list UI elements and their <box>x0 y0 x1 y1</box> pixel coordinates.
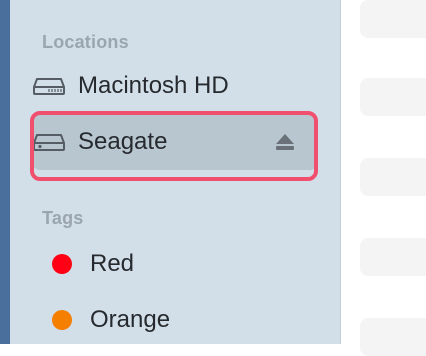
locations-header: Locations <box>42 32 129 52</box>
red-tag-dot-icon <box>52 254 72 274</box>
content-row <box>360 238 426 276</box>
content-row <box>360 318 426 356</box>
sidebar-item-tag-orange[interactable]: Orange <box>32 296 170 344</box>
orange-tag-dot-icon <box>52 310 72 330</box>
sidebar-item-macintosh-hd[interactable]: Macintosh HD <box>32 62 229 110</box>
window-edge <box>0 0 10 344</box>
finder-sidebar: Locations Macintosh HD Seagate Tags Red … <box>10 0 341 344</box>
tags-header: Tags <box>42 208 84 228</box>
sidebar-item-tag-red[interactable]: Red <box>32 240 134 288</box>
content-row <box>360 158 426 196</box>
content-row <box>360 0 426 38</box>
sidebar-item-label: Macintosh HD <box>78 72 229 99</box>
content-row <box>360 78 426 116</box>
sidebar-item-label: Orange <box>90 306 171 333</box>
internal-drive-icon <box>32 69 66 103</box>
annotation-highlight <box>30 111 318 181</box>
sidebar-item-label: Red <box>90 250 135 277</box>
